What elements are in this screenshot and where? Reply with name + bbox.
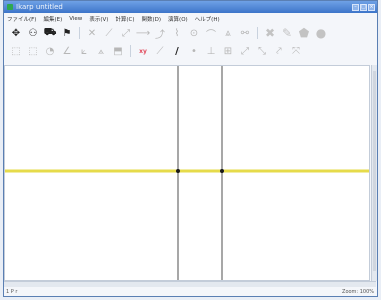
slope-icon[interactable]: ⟋ [153,44,167,58]
curve-icon[interactable]: ⤢ [238,44,252,58]
line-icon[interactable]: ⟋ [102,26,116,40]
delete-icon[interactable]: ✖ [263,26,277,40]
window-title: Ikarp untitled [16,3,63,11]
coordinates-icon[interactable]: xy [136,44,150,58]
horizontal-scrollbar[interactable] [4,281,376,287]
window-controls: – □ × [352,3,377,11]
box-icon[interactable]: ⬒ [111,44,125,58]
circle-icon[interactable]: ⊙ [187,26,201,40]
perpendicular-icon[interactable]: ⌇ [170,26,184,40]
vertical-scroll-thumb[interactable] [373,71,376,271]
toolbar-separator [130,45,131,57]
menu-item-3[interactable]: View [69,16,82,22]
intersection-icon[interactable]: ✕ [85,26,99,40]
zoom-status: Zoom: 100% [342,289,374,295]
pin-icon[interactable]: ⚑ [60,26,74,40]
menu-item-6[interactable]: 関数(D) [142,15,162,23]
measure-icon[interactable]: ⟀ [77,44,91,58]
vector-icon[interactable]: ⟶ [136,26,150,40]
polygon-icon[interactable]: ⩓ [221,26,235,40]
plot-icon[interactable]: ⤧ [289,44,303,58]
intersection-point-right[interactable] [220,169,224,173]
ray-icon[interactable]: ⤢ [119,26,133,40]
status-left: 1 P r [6,289,18,295]
toolbar-separator [257,27,258,39]
move-icon[interactable]: ✥ [9,26,23,40]
toolbar-separator [79,27,80,39]
color-icon[interactable]: ● [314,26,328,40]
dot-icon[interactable]: • [187,44,201,58]
close-button[interactable]: × [368,3,375,11]
canvas-svg[interactable] [5,66,370,281]
grid-icon[interactable]: ⊞ [221,44,235,58]
intersection-point-left[interactable] [176,169,180,173]
vertical-scrollbar[interactable] [371,65,377,281]
trend-icon[interactable]: ⤤ [272,44,286,58]
rect-icon[interactable]: ⬚ [9,44,23,58]
status-bar: 1 P r Zoom: 100% [4,288,376,296]
scale-icon[interactable]: ⤡ [255,44,269,58]
graph-line-icon[interactable]: / [170,44,184,58]
sector-icon[interactable]: ◔ [43,44,57,58]
angle-icon[interactable]: ∠ [60,44,74,58]
axis-icon[interactable]: ⊥ [204,44,218,58]
locus-icon[interactable]: ⚯ [238,26,252,40]
title-bar: Ikarp untitled – □ × [4,1,377,13]
toolbar-row-1: ✥ ⚇ ⛟ ⚑ ✕ ⟋ ⤢ ⟶ ⤴ ⌇ ⊙ ⌒ ⩓ ⚯ ✖ ✎ ⬟ ● [4,24,377,42]
minimize-button[interactable]: – [352,3,359,11]
select-icon[interactable]: ⛟ [43,26,57,40]
drawing-canvas[interactable] [4,65,370,281]
frame-icon[interactable]: ⬚ [26,44,40,58]
maximize-button[interactable]: □ [360,3,367,11]
menu-item-5[interactable]: 計算(C) [115,15,134,23]
menu-item-7[interactable]: 演算(O) [168,15,188,23]
fill-icon[interactable]: ⬟ [297,26,311,40]
menu-item-8[interactable]: ヘルプ(H) [195,15,220,23]
menu-bar: ファイル(F) 編集(E) View 表示(V) 計算(C) 関数(D) 演算(O) ヘルプ(… [4,13,377,24]
arc-icon[interactable]: ⌒ [204,26,218,41]
pen-icon[interactable]: ✎ [280,26,294,40]
point-icon[interactable]: ⚇ [26,26,40,40]
menu-item-1[interactable]: ファイル(F) [7,15,36,23]
parallel-icon[interactable]: ⤴ [153,26,167,41]
transform-icon[interactable]: ⟑ [94,44,108,58]
menu-item-4[interactable]: 表示(V) [89,15,108,23]
app-icon [7,4,13,10]
toolbar-row-2: ⬚ ⬚ ◔ ∠ ⟀ ⟑ ⬒ xy ⟋ / • ⊥ ⊞ ⤢ ⤡ ⤤ ⤧ [4,42,377,60]
menu-item-2[interactable]: 編集(E) [43,15,62,23]
